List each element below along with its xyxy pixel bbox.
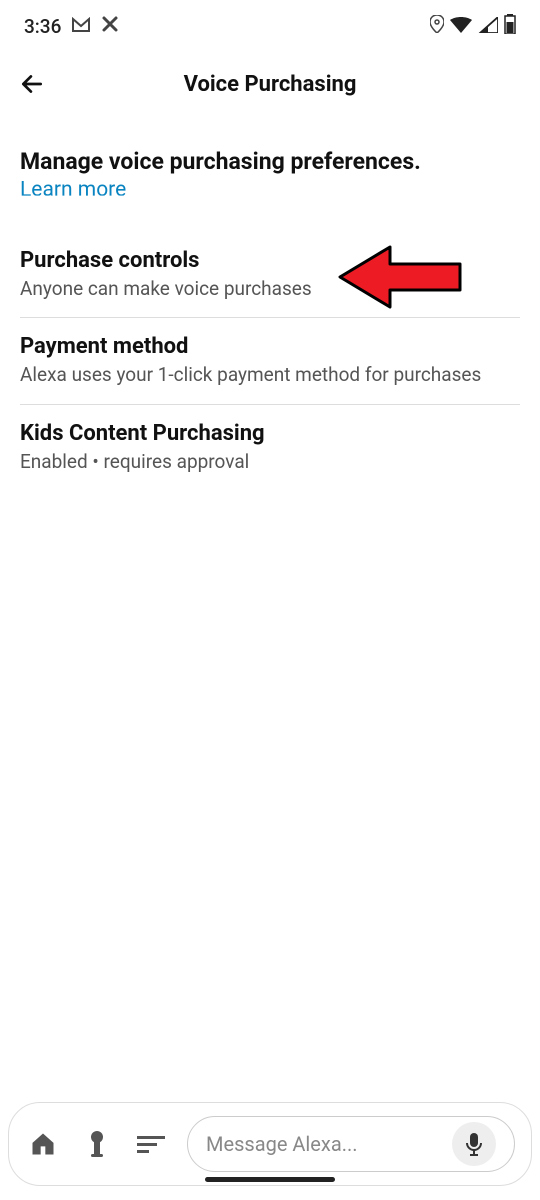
app-x-icon: [101, 15, 119, 38]
location-icon: [430, 15, 444, 38]
status-left: 3:36: [24, 15, 119, 38]
app-header: Voice Purchasing: [0, 52, 540, 116]
setting-payment-method[interactable]: Payment method Alexa uses your 1-click p…: [20, 318, 520, 405]
gmail-icon: [71, 15, 91, 38]
bottom-nav: Message Alexa...: [8, 1102, 532, 1186]
intro-section: Manage voice purchasing preferences. Lea…: [20, 148, 520, 202]
setting-title: Purchase controls: [20, 248, 520, 273]
setting-title: Kids Content Purchasing: [20, 421, 520, 446]
setting-kids-content[interactable]: Kids Content Purchasing Enabled • requir…: [20, 405, 520, 491]
more-icon[interactable]: [133, 1126, 169, 1162]
bottom-bar: Message Alexa...: [0, 1102, 540, 1186]
battery-icon: [504, 14, 516, 39]
setting-subtitle: Anyone can make voice purchases: [20, 277, 520, 302]
content: Manage voice purchasing preferences. Lea…: [0, 148, 540, 491]
setting-subtitle: Enabled • requires approval: [20, 450, 520, 475]
home-icon[interactable]: [25, 1126, 61, 1162]
alexa-message-input[interactable]: Message Alexa...: [187, 1116, 515, 1172]
learn-more-link[interactable]: Learn more: [20, 178, 520, 202]
setting-purchase-controls[interactable]: Purchase controls Anyone can make voice …: [20, 232, 520, 319]
status-bar: 3:36: [0, 0, 540, 52]
back-button[interactable]: [18, 70, 46, 98]
intro-heading: Manage voice purchasing preferences.: [20, 148, 520, 176]
status-right: [430, 14, 516, 39]
page-title: Voice Purchasing: [184, 72, 357, 97]
wifi-icon: [450, 15, 472, 38]
setting-title: Payment method: [20, 334, 520, 359]
signal-icon: [478, 15, 498, 38]
nav-handle[interactable]: [205, 1177, 335, 1182]
setting-subtitle: Alexa uses your 1-click payment method f…: [20, 363, 520, 388]
devices-icon[interactable]: [79, 1126, 115, 1162]
alexa-placeholder: Message Alexa...: [206, 1132, 440, 1156]
mic-button[interactable]: [452, 1122, 496, 1166]
settings-list: Purchase controls Anyone can make voice …: [20, 232, 520, 491]
status-time: 3:36: [24, 15, 61, 38]
